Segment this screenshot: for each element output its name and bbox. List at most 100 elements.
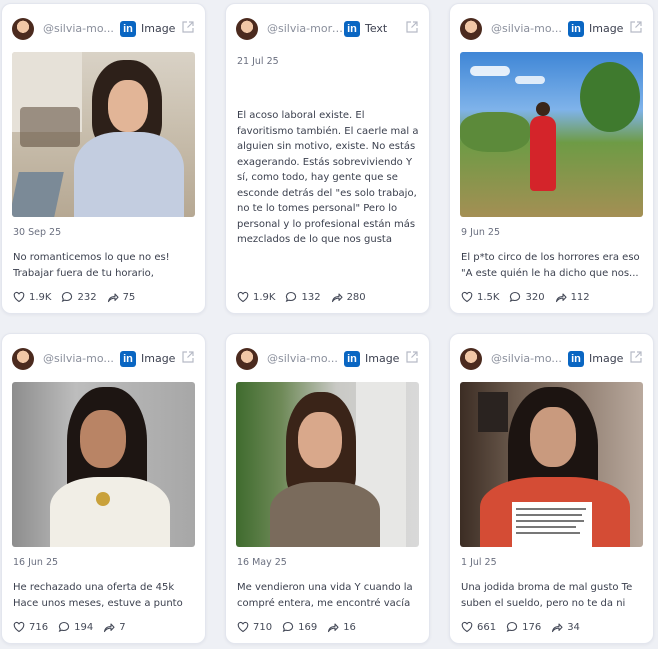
share-icon [331, 293, 343, 303]
engagement-stats: 661 176 34 [461, 621, 580, 633]
likes-count: 716 [29, 621, 49, 633]
likes-count: 1.9K [253, 291, 276, 303]
engagement-stats: 1.9K 232 75 [13, 291, 135, 303]
shares-stat: 75 [107, 291, 136, 303]
post-date: 30 Sep 25 [13, 227, 62, 238]
post-image[interactable] [12, 382, 195, 547]
post-card[interactable]: @silvia-mo... in Image 1 Jul 25 Una jodi… [449, 333, 654, 644]
external-link-icon[interactable] [405, 350, 419, 364]
comment-icon [58, 621, 70, 632]
external-link-icon[interactable] [181, 20, 195, 34]
post-date: 16 May 25 [237, 557, 287, 568]
post-excerpt: El p*to circo de los horrores era eso "A… [461, 252, 640, 279]
heart-icon [13, 621, 25, 633]
post-card[interactable]: @silvia-mo... in Image 30 Sep 25 No roma… [1, 3, 206, 314]
author-handle: @silvia-mo... [267, 352, 338, 365]
engagement-stats: 710 169 16 [237, 621, 356, 633]
linkedin-icon: in [344, 21, 360, 37]
post-date: 21 Jul 25 [237, 56, 279, 67]
post-card[interactable]: @silvia-mo... in Image 9 Jun 25 El p*to … [449, 3, 654, 314]
linkedin-icon: in [344, 351, 360, 367]
shares-stat: 112 [555, 291, 590, 303]
comments-stat: 194 [58, 621, 93, 633]
external-link-icon[interactable] [629, 20, 643, 34]
likes-stat: 710 [237, 621, 272, 633]
linkedin-icon: in [568, 21, 584, 37]
post-image[interactable] [460, 52, 643, 217]
shares-count: 7 [119, 621, 126, 633]
shares-stat: 7 [103, 621, 126, 633]
avatar [12, 348, 34, 370]
author-handle: @silvia-more... [267, 22, 347, 35]
comments-count: 169 [298, 621, 318, 633]
post-image[interactable] [236, 382, 419, 547]
comments-count: 176 [522, 621, 542, 633]
post-excerpt: He rechazado una oferta de 45k Hace unos… [13, 582, 183, 609]
heart-icon [13, 291, 25, 303]
avatar [460, 348, 482, 370]
shares-stat: 16 [327, 621, 356, 633]
comments-count: 232 [77, 291, 97, 303]
engagement-stats: 1.9K 132 280 [237, 291, 366, 303]
comments-stat: 232 [61, 291, 97, 303]
likes-stat: 1.5K [461, 291, 499, 303]
share-icon [328, 623, 339, 633]
likes-stat: 1.9K [237, 291, 275, 303]
comments-stat: 320 [509, 291, 545, 303]
external-link-icon[interactable] [405, 20, 419, 34]
author-handle: @silvia-mo... [491, 22, 562, 35]
shares-count: 34 [567, 621, 580, 633]
comments-count: 194 [74, 621, 94, 633]
share-icon [104, 623, 115, 633]
heart-icon [461, 621, 473, 633]
share-icon [552, 623, 563, 633]
post-date: 16 Jun 25 [13, 557, 59, 568]
comments-stat: 132 [285, 291, 321, 303]
comment-icon [62, 291, 73, 302]
post-image[interactable] [12, 52, 195, 217]
comment-icon [282, 621, 294, 632]
post-header: @silvia-more... in Text [236, 16, 419, 42]
post-header: @silvia-mo... in Image [460, 346, 643, 372]
linkedin-icon: in [120, 351, 136, 367]
comments-count: 320 [525, 291, 545, 303]
post-type-label: Image [589, 22, 624, 35]
avatar [236, 18, 258, 40]
post-card[interactable]: @silvia-mo... in Image 16 May 25 Me vend… [225, 333, 430, 644]
likes-count: 661 [477, 621, 497, 633]
post-date: 9 Jun 25 [461, 227, 501, 238]
post-excerpt: Una jodida broma de mal gusto Te suben e… [461, 582, 633, 609]
post-type-label: Image [589, 352, 624, 365]
heart-icon [237, 291, 249, 303]
shares-count: 16 [343, 621, 356, 633]
post-type-label: Text [365, 22, 388, 35]
post-date: 1 Jul 25 [461, 557, 497, 568]
heart-icon [237, 621, 249, 633]
post-header: @silvia-mo... in Image [12, 346, 195, 372]
post-excerpt: El acoso laboral existe. El favoritismo … [237, 110, 419, 245]
engagement-stats: 1.5K 320 112 [461, 291, 590, 303]
post-type-label: Image [141, 22, 176, 35]
shares-count: 75 [122, 291, 136, 303]
author-handle: @silvia-mo... [491, 352, 562, 365]
likes-count: 1.5K [477, 291, 500, 303]
comment-icon [510, 291, 521, 302]
comments-stat: 176 [506, 621, 541, 633]
heart-icon [461, 291, 473, 303]
post-excerpt: No romanticemos lo que no es! Trabajar f… [13, 252, 170, 279]
post-card[interactable]: @silvia-more... in Text 21 Jul 25 El aco… [225, 3, 430, 314]
share-icon [555, 293, 567, 303]
post-card[interactable]: @silvia-mo... in Image 16 Jun 25 He rech… [1, 333, 206, 644]
engagement-stats: 716 194 7 [13, 621, 126, 633]
post-header: @silvia-mo... in Image [236, 346, 419, 372]
post-header: @silvia-mo... in Image [460, 16, 643, 42]
external-link-icon[interactable] [629, 350, 643, 364]
post-image[interactable] [460, 382, 643, 547]
external-link-icon[interactable] [181, 350, 195, 364]
linkedin-icon: in [120, 21, 136, 37]
author-handle: @silvia-mo... [43, 22, 114, 35]
linkedin-icon: in [568, 351, 584, 367]
likes-stat: 661 [461, 621, 496, 633]
shares-stat: 34 [551, 621, 580, 633]
post-type-label: Image [141, 352, 176, 365]
